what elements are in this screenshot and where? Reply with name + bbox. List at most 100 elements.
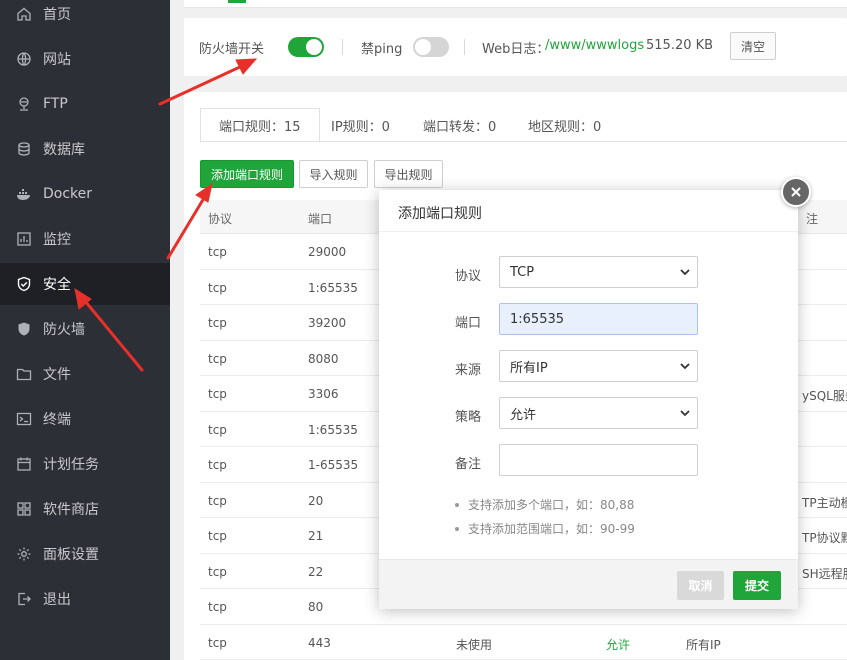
firewall-switch-label: 防火墙开关 [199,42,265,57]
close-dialog-button[interactable] [781,177,811,207]
submit-button[interactable]: 提交 [733,571,781,600]
header-remark: 注 [806,212,819,226]
terminal-icon [14,409,34,429]
chevron-down-icon [680,269,690,276]
weblog-size: 515.20 KB [646,38,714,53]
cancel-button[interactable]: 取消 [677,571,724,600]
add-port-rule-dialog: 添加端口规则 协议 TCP 端口 1:65535 来源 所有IP 策略 允许 备… [379,190,798,609]
sidebar-item-label: 终端 [43,412,71,428]
cell-port: 39200 [308,316,347,330]
cell-protocol: tcp [208,529,227,543]
import-rules-button[interactable]: 导入规则 [299,160,368,188]
add-port-rule-button[interactable]: 添加端口规则 [200,160,294,188]
cell-port: 1:65535 [308,280,358,295]
firewall-icon [14,319,34,339]
hint-text: 支持添加多个端口，如：80,88 [468,498,635,512]
cell-protocol: tcp [208,635,227,650]
sidebar-item-label: 计划任务 [43,457,99,473]
firewall-status-bar: 防火墙开关 禁ping Web日志： /www/wwwlogs 515.20 K… [184,18,847,76]
sidebar-item-label: 面板设置 [43,547,99,563]
header-protocol: 协议 [208,212,233,226]
cell-status: 未使用 [456,637,493,652]
firewall-toggle[interactable] [288,37,324,57]
divider [464,39,465,55]
port-input[interactable]: 1:65535 [499,303,698,335]
sidebar-item-settings[interactable]: 面板设置 [0,533,170,575]
sidebar-item-database[interactable]: 数据库 [0,128,170,170]
source-select[interactable]: 所有IP [499,350,698,382]
hint-multi-port: 支持添加多个端口，如：80,88 [455,496,634,513]
sidebar-item-monitor[interactable]: 监控 [0,218,170,260]
cell-protocol: tcp [208,564,227,579]
cell-port: 3306 [308,387,339,401]
sidebar: 首页 网站 FTP 数据库 Docker 监控 安全 防火墙 文件 终端 计划任… [0,0,170,660]
sidebar-item-website[interactable]: 网站 [0,38,170,80]
tab-ip-rules[interactable]: IP规则：0 [313,108,408,142]
tab-underline [200,141,847,142]
cell-protocol: tcp [208,422,227,437]
toggle-knob [415,39,431,55]
dialog-title: 添加端口规则 [398,206,482,222]
tab-region-rules[interactable]: 地区规则：0 [510,108,619,142]
sidebar-item-label: 软件商店 [43,502,99,518]
toggle-knob [306,39,322,55]
sidebar-item-terminal[interactable]: 终端 [0,398,170,440]
bullet [455,502,459,507]
sidebar-item-label: 退出 [43,592,71,608]
cell-protocol: tcp [208,493,227,508]
cell-remark: ySQL服务 [802,389,847,403]
top-strip [184,0,847,8]
bullet [455,526,459,531]
policy-select[interactable]: 允许 [499,397,698,429]
sidebar-item-label: 首页 [43,7,71,23]
sidebar-item-logout[interactable]: 退出 [0,578,170,620]
cell-port: 21 [308,529,324,543]
protocol-value: TCP [510,264,535,280]
policy-label: 策略 [455,410,482,425]
divider [342,39,343,55]
weblog-path-link[interactable]: /www/wwwlogs [545,38,644,53]
chevron-down-icon [680,363,690,370]
cell-port: 80 [308,600,324,614]
clear-logs-button[interactable]: 清空 [730,32,776,60]
cell-port: 1-65535 [308,458,359,472]
cell-protocol: tcp [208,245,227,259]
cell-port: 8080 [308,351,339,366]
sidebar-item-home[interactable]: 首页 [0,0,170,35]
monitor-icon [14,229,34,249]
tab-port-forward[interactable]: 端口转发：0 [405,108,514,142]
cell-protocol: tcp [208,280,227,295]
ping-toggle[interactable] [413,37,449,57]
sidebar-item-firewall[interactable]: 防火墙 [0,308,170,350]
ftp-icon [14,94,34,114]
cell-protocol: tcp [208,316,227,330]
cell-port: 20 [308,493,324,508]
cell-remark: SH远程服 [802,566,847,581]
sidebar-item-security[interactable]: 安全 [0,263,170,305]
dialog-footer: 取消 提交 [379,559,798,609]
header-port: 端口 [308,212,333,226]
sidebar-item-files[interactable]: 文件 [0,353,170,395]
chevron-down-icon [680,410,690,417]
tab-port-rules[interactable]: 端口规则：15 [200,108,320,142]
cell-port: 1:65535 [308,422,358,437]
database-icon [14,139,34,159]
sidebar-item-cron[interactable]: 计划任务 [0,443,170,485]
sidebar-item-docker[interactable]: Docker [0,173,170,215]
remark-label: 备注 [455,457,482,472]
sidebar-item-label: 安全 [43,277,71,293]
sidebar-item-ftp[interactable]: FTP [0,83,170,125]
active-tab-indicator [228,0,246,3]
sidebar-item-store[interactable]: 软件商店 [0,488,170,530]
cell-policy: 允许 [606,637,631,652]
cell-port: 443 [308,635,331,650]
cell-remark: TP协议默 [802,531,847,545]
close-icon [791,187,801,197]
cell-port: 22 [308,564,324,579]
protocol-select[interactable]: TCP [499,256,698,288]
port-label: 端口 [455,316,482,331]
export-rules-button[interactable]: 导出规则 [374,160,443,188]
port-value: 1:65535 [510,311,565,327]
cell-remark: TP主动模 [802,495,847,510]
remark-input[interactable] [499,444,698,476]
